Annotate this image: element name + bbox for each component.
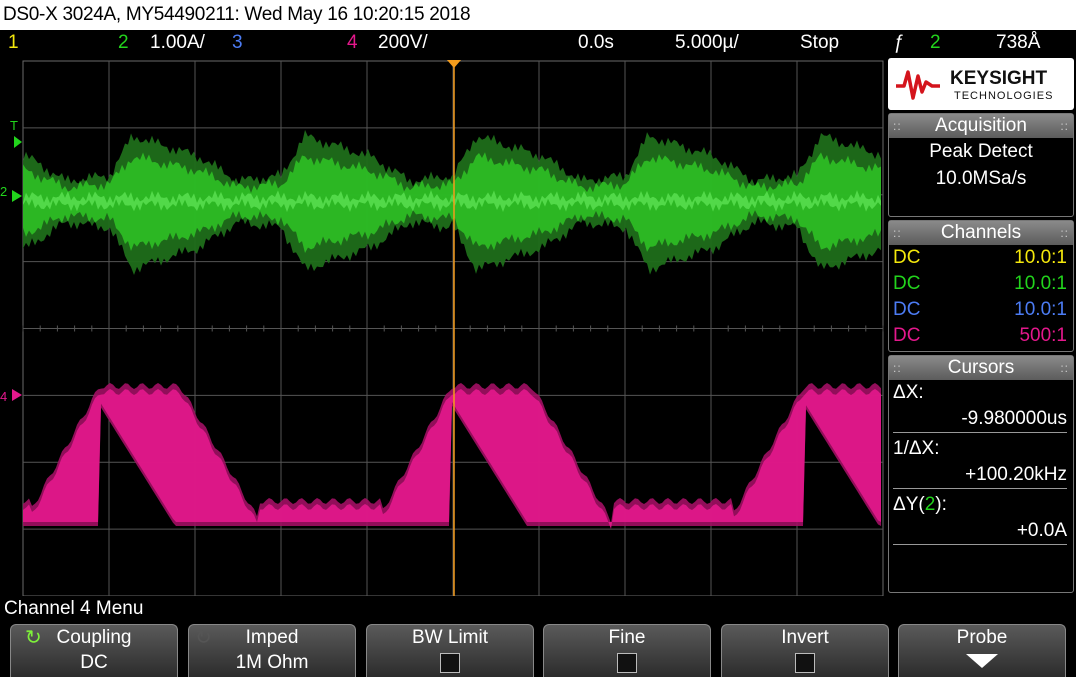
waveform-svg: T 2 4: [0, 60, 884, 597]
bw-limit-checkbox[interactable]: [440, 652, 460, 673]
timebase-scale[interactable]: 5.000µ/: [675, 30, 739, 56]
grip-icon: ::: [1060, 361, 1069, 375]
softkey-label: BW Limit: [412, 627, 488, 648]
divider: [893, 544, 1067, 545]
keysight-logo: KEYSIGHT TECHNOLOGIES: [888, 58, 1074, 110]
logo-sub: TECHNOLOGIES: [954, 90, 1053, 102]
ch2-waveform: [23, 129, 881, 276]
grip-icon: ::: [1060, 119, 1069, 133]
channel-probe: 500:1: [1019, 325, 1067, 346]
ch2-scale[interactable]: 1.00A/: [150, 30, 205, 56]
info-sidebar: KEYSIGHT TECHNOLOGIES :: Acquisition :: …: [888, 58, 1076, 596]
imped-softkey[interactable]: ↻ Imped 1M Ohm: [188, 624, 356, 677]
softkey-value: 1M Ohm: [235, 652, 309, 673]
channel-coupling: DC: [893, 325, 921, 346]
cursor-dy-value: +0.0A: [1016, 520, 1067, 541]
fine-softkey[interactable]: Fine: [543, 624, 711, 677]
ch2-number[interactable]: 2: [118, 30, 129, 56]
divider: [893, 432, 1067, 433]
keysight-wave-icon: KEYSIGHT TECHNOLOGIES: [896, 68, 1053, 102]
channel-row-1: DC 10.0:1: [889, 245, 1073, 271]
channel-row-2: DC 10.0:1: [889, 271, 1073, 297]
grip-icon: ::: [893, 361, 902, 375]
acquisition-header[interactable]: :: Acquisition ::: [889, 114, 1073, 138]
channels-panel: :: Channels :: DC 10.0:1 DC 10.0:1 DC 10…: [888, 220, 1074, 352]
bw-limit-softkey[interactable]: BW Limit: [366, 624, 534, 677]
cursors-header[interactable]: :: Cursors ::: [889, 356, 1073, 380]
ch4-waveform: [23, 383, 881, 530]
rotate-icon: ↻: [195, 627, 212, 649]
title-bar: DS0-X 3024A, MY54490211: Wed May 16 10:2…: [0, 0, 1076, 30]
softkey-label: Coupling: [56, 627, 132, 648]
channels-title: Channels: [940, 222, 1022, 243]
trigger-level-label: T: [10, 118, 18, 133]
run-state[interactable]: Stop: [800, 30, 839, 56]
acquisition-panel: :: Acquisition :: Peak Detect 10.0MSa/s: [888, 113, 1074, 217]
rotate-icon: ↻: [25, 627, 42, 649]
menu-title: Channel 4 Menu: [4, 598, 144, 619]
acquisition-title: Acquisition: [935, 115, 1027, 136]
fine-checkbox[interactable]: [617, 652, 637, 673]
probe-softkey[interactable]: Probe: [898, 624, 1066, 677]
cursor-dx-value: -9.980000us: [961, 408, 1067, 429]
channel-coupling: DC: [893, 299, 921, 320]
channel-row-3: DC 10.0:1: [889, 297, 1073, 323]
ch4-scale[interactable]: 200V/: [378, 30, 428, 56]
channel-coupling: DC: [893, 247, 921, 268]
window-title: DS0-X 3024A, MY54490211: Wed May 16 10:2…: [3, 4, 471, 25]
grip-icon: ::: [893, 119, 902, 133]
channels-header[interactable]: :: Channels ::: [889, 221, 1073, 245]
divider: [893, 488, 1067, 489]
channel-probe: 10.0:1: [1014, 247, 1067, 268]
ch4-ground-label: 4: [0, 389, 7, 404]
channel-coupling: DC: [893, 273, 921, 294]
waveform-display[interactable]: T 2 4: [0, 56, 886, 597]
trigger-edge-icon: ƒ: [893, 32, 904, 53]
softkey-label: Probe: [956, 627, 1008, 648]
ch2-ground-label: 2: [0, 184, 7, 199]
acquisition-rate: 10.0MSa/s: [935, 168, 1027, 189]
cursor-dx-label: ΔX:: [893, 382, 924, 403]
ch2-ground-marker-icon: [12, 190, 22, 202]
grip-icon: ::: [893, 226, 902, 240]
trigger-level[interactable]: 738Å: [996, 30, 1040, 56]
channel-probe: 10.0:1: [1014, 273, 1067, 294]
channel-row-4: DC 500:1: [889, 323, 1073, 349]
ch1-number[interactable]: 1: [8, 30, 19, 56]
softkey-label: Imped: [245, 627, 299, 648]
ch4-envelope-inner: [23, 389, 881, 530]
invert-softkey[interactable]: Invert: [721, 624, 889, 677]
time-offset[interactable]: 0.0s: [578, 30, 614, 56]
cursor-inv-dx-label: 1/ΔX:: [893, 438, 940, 459]
ch4-ground-marker-icon: [12, 389, 22, 401]
softkey-label: Invert: [781, 627, 829, 648]
channel-probe: 10.0:1: [1014, 299, 1067, 320]
grip-icon: ::: [1060, 226, 1069, 240]
invert-checkbox[interactable]: [795, 652, 815, 673]
coupling-softkey[interactable]: ↻ Coupling DC: [10, 624, 178, 677]
cursors-panel: :: Cursors :: ΔX: -9.980000us 1/ΔX: +100…: [888, 355, 1074, 593]
ch4-number[interactable]: 4: [347, 30, 358, 56]
down-arrow-icon: [966, 654, 998, 668]
logo-brand: KEYSIGHT: [950, 68, 1048, 89]
cursor-inv-dx-value: +100.20kHz: [965, 464, 1067, 485]
ch3-number[interactable]: 3: [232, 30, 243, 56]
cursors-title: Cursors: [947, 357, 1015, 378]
trigger-position-marker-icon: [447, 60, 461, 68]
cursor-dy-label: ΔY(2):: [893, 494, 947, 515]
trigger-channel[interactable]: 2: [930, 30, 941, 56]
acquisition-mode: Peak Detect: [929, 141, 1033, 162]
softkey-label: Fine: [608, 627, 646, 648]
softkey-value: DC: [80, 652, 108, 673]
cursor-dy-channel: 2: [924, 494, 936, 515]
trigger-level-marker-icon: [14, 136, 22, 148]
status-bar: 1 2 1.00A/ 3 4 200V/ 0.0s 5.000µ/ Stop ƒ…: [0, 30, 1076, 56]
